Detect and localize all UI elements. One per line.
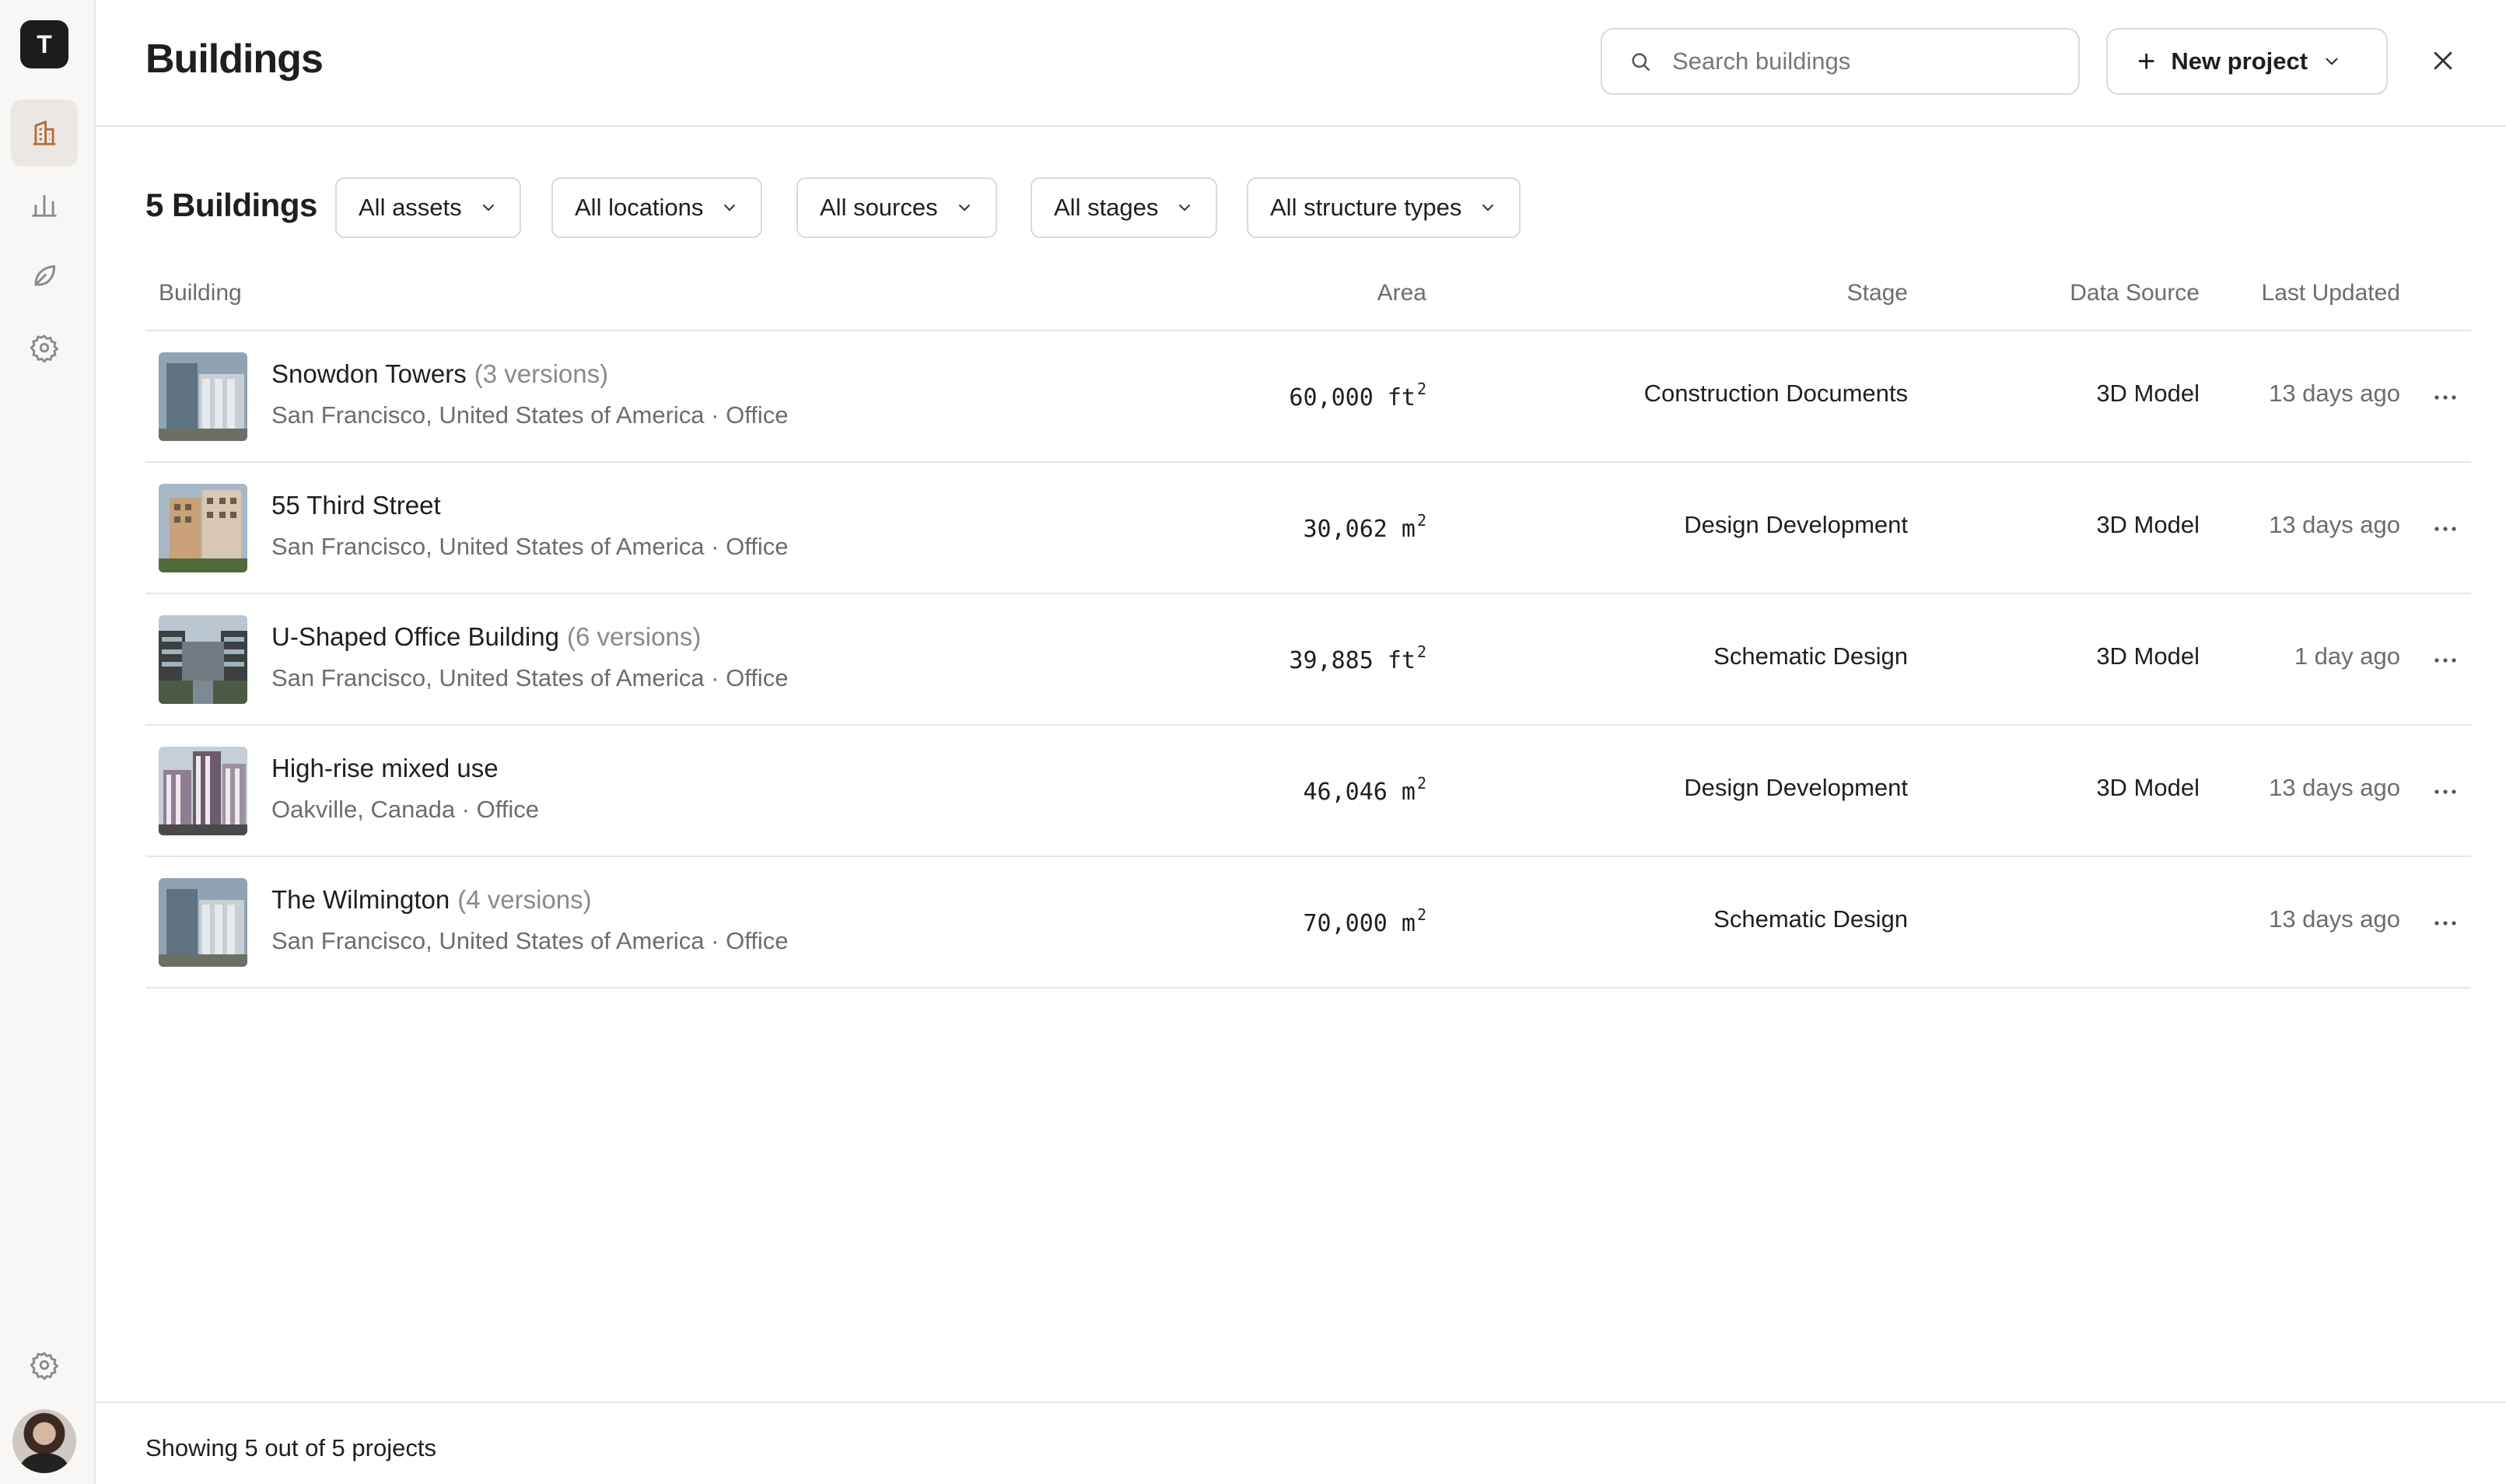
more-horizontal-icon: [2434, 527, 2456, 531]
building-name[interactable]: U-Shaped Office Building: [271, 622, 559, 651]
page-title: Buildings: [145, 37, 324, 82]
close-button[interactable]: [2421, 39, 2465, 82]
sidebar-item-analytics[interactable]: [11, 171, 78, 238]
close-icon: [2434, 51, 2452, 70]
building-location: San Francisco, United States of America …: [271, 664, 789, 691]
row-menu-button[interactable]: [2426, 904, 2465, 943]
building-versions: (4 versions): [457, 885, 592, 914]
plus-icon: +: [2137, 44, 2156, 79]
filter-label: All sources: [820, 194, 938, 221]
chevron-down-icon: [1482, 205, 1494, 211]
building-location: San Francisco, United States of America …: [271, 927, 789, 954]
building-location: Oakville, Canada · Office: [271, 796, 540, 823]
building-stage: Schematic Design: [1713, 905, 1908, 933]
row-menu-button[interactable]: [2426, 509, 2465, 548]
chevron-down-icon: [482, 205, 494, 211]
new-project-label: New project: [2171, 47, 2308, 75]
building-stage: Construction Documents: [1643, 380, 1908, 407]
row-menu-button[interactable]: [2426, 641, 2465, 680]
building-stage: Schematic Design: [1713, 642, 1908, 670]
building-stage: Design Development: [1684, 774, 1908, 801]
building-data-source: 3D Model: [2096, 642, 2200, 670]
search-box[interactable]: [1601, 28, 2080, 95]
building-stage: Design Development: [1684, 511, 1908, 538]
building-thumbnail: [159, 615, 247, 704]
new-project-button[interactable]: + New project: [2106, 28, 2388, 95]
pagination-summary: Showing 5 out of 5 projects: [145, 1434, 436, 1461]
table-row[interactable]: Snowdon Towers (3 versions) San Francisco…: [145, 331, 2471, 463]
settings-icon: [30, 1352, 59, 1380]
building-thumbnail: [159, 747, 247, 835]
building-thumbnail: [159, 878, 247, 967]
column-header-stage[interactable]: Stage: [1847, 280, 1908, 306]
column-header-data-source[interactable]: Data Source: [2070, 280, 2200, 306]
filter-label: All assets: [359, 194, 462, 221]
column-header-area[interactable]: Area: [1377, 280, 1426, 306]
column-header-last-updated[interactable]: Last Updated: [2262, 280, 2400, 306]
sidebar: T: [0, 0, 96, 1484]
filter-label: All structure types: [1270, 194, 1462, 221]
filter-locations[interactable]: All locations: [551, 177, 763, 238]
filter-assets[interactable]: All assets: [335, 177, 521, 238]
building-data-source: 3D Model: [2096, 380, 2200, 407]
more-horizontal-icon: [2434, 658, 2456, 663]
building-name[interactable]: Snowdon Towers: [271, 359, 467, 388]
building-location: San Francisco, United States of America …: [271, 401, 789, 429]
building-last-updated: 1 day ago: [2294, 642, 2400, 670]
building-area: 46,046 m2: [1303, 774, 1426, 806]
more-horizontal-icon: [2434, 789, 2456, 794]
chevron-down-icon: [1179, 205, 1191, 211]
building-area: 60,000 ft 2: [1289, 380, 1426, 411]
header: Buildings + New project: [96, 0, 2506, 127]
sidebar-item-settings[interactable]: [11, 314, 78, 381]
bar-chart-icon: [32, 194, 57, 217]
filter-sources[interactable]: All sources: [796, 177, 997, 238]
building-name[interactable]: The Wilmington: [271, 885, 450, 914]
building-thumbnail: [159, 352, 247, 441]
building-last-updated: 13 days ago: [2269, 774, 2400, 801]
filter-label: All stages: [1054, 194, 1159, 221]
building-icon: [33, 121, 56, 145]
user-avatar[interactable]: [12, 1409, 76, 1473]
sidebar-bottom-settings[interactable]: [11, 1332, 78, 1398]
more-horizontal-icon: [2434, 921, 2456, 926]
table-row[interactable]: The Wilmington (4 versions) San Francisco…: [145, 857, 2471, 989]
building-name[interactable]: 55 Third Street: [271, 491, 441, 520]
building-area: 39,885 ft 2: [1289, 642, 1426, 674]
building-area: 30,062 m2: [1303, 511, 1426, 543]
buildings-count: 5 Buildings: [145, 187, 317, 223]
chevron-down-icon: [724, 205, 736, 211]
sidebar-item-buildings[interactable]: [11, 100, 78, 166]
building-area: 70,000 m2: [1303, 905, 1426, 937]
table-row[interactable]: High-rise mixed use Oakville, Canada · O…: [145, 726, 2471, 857]
building-last-updated: 13 days ago: [2269, 905, 2400, 933]
building-location: San Francisco, United States of America …: [271, 533, 789, 560]
settings-icon: [30, 334, 59, 362]
search-icon: [1632, 53, 1650, 71]
chevron-down-icon: [2326, 58, 2338, 65]
search-input[interactable]: [1671, 47, 2047, 76]
building-data-source: 3D Model: [2096, 774, 2200, 801]
footer: Showing 5 out of 5 projects: [96, 1402, 2506, 1484]
filter-structure-types[interactable]: All structure types: [1247, 177, 1521, 238]
app-logo[interactable]: T: [20, 20, 68, 68]
filter-label: All locations: [575, 194, 704, 221]
table-row[interactable]: 55 Third Street San Francisco, United St…: [145, 463, 2471, 594]
building-name[interactable]: High-rise mixed use: [271, 754, 499, 782]
leaf-icon: [34, 264, 56, 286]
building-thumbnail: [159, 484, 247, 572]
row-menu-button[interactable]: [2426, 772, 2465, 811]
building-last-updated: 13 days ago: [2269, 511, 2400, 538]
building-versions: (3 versions): [474, 359, 609, 388]
more-horizontal-icon: [2434, 395, 2456, 400]
row-menu-button[interactable]: [2426, 378, 2465, 417]
table-row[interactable]: U-Shaped Office Building (6 versions) San…: [145, 594, 2471, 726]
building-last-updated: 13 days ago: [2269, 380, 2400, 407]
filter-stages[interactable]: All stages: [1031, 177, 1218, 238]
column-header-building[interactable]: Building: [159, 280, 242, 306]
building-versions: (6 versions): [566, 622, 702, 651]
chevron-down-icon: [958, 205, 970, 211]
building-data-source: 3D Model: [2096, 511, 2200, 538]
sidebar-item-sustainability[interactable]: [11, 243, 78, 310]
